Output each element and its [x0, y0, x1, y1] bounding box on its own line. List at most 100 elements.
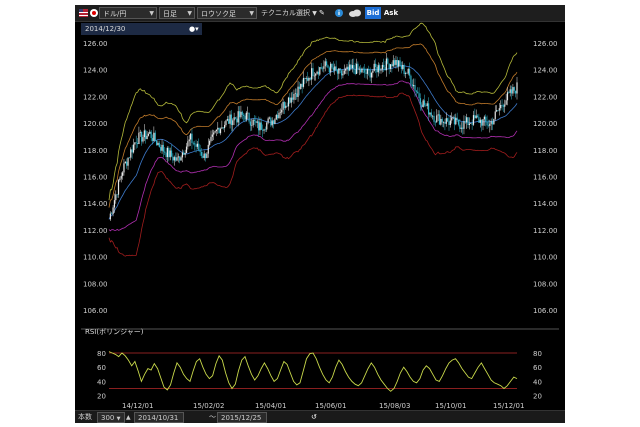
chart-kind-dropdown[interactable]: ロウソク足 ▼ [197, 7, 257, 19]
candle-body [184, 153, 186, 155]
price-tick-right: 110.00 [533, 254, 558, 262]
bid-button[interactable]: Bid [365, 7, 381, 19]
chevron-down-icon: ▼ [312, 10, 317, 17]
candle-body [432, 115, 434, 117]
candle-body [142, 137, 144, 142]
chart-area[interactable]: 126.00 126.00 124.00 124.00 122.00 122.00 120.… [75, 22, 565, 410]
candle-body [414, 85, 416, 91]
candle-body [120, 175, 122, 179]
candle-body [384, 67, 386, 71]
candle-body [510, 89, 513, 94]
candle-body [339, 68, 341, 71]
range-separator: ～ [209, 413, 216, 421]
candle-body [357, 63, 359, 70]
candle-body [402, 64, 404, 69]
candle-body [374, 63, 377, 67]
period-dropdown[interactable]: 日足 ▼ [159, 7, 195, 19]
pair-label: ドル/円 [103, 10, 127, 18]
candle-body [296, 93, 298, 97]
pencil-icon[interactable]: ✎ [319, 7, 329, 19]
candle-body [451, 117, 453, 121]
cloud-icon[interactable] [348, 7, 362, 19]
price-tick-right: 108.00 [533, 280, 558, 288]
candle-body [351, 65, 354, 69]
candle-body [232, 120, 234, 126]
candle-body [481, 119, 483, 126]
candle-body [497, 110, 499, 111]
pair-dropdown[interactable]: ドル/円 ▼ [99, 7, 157, 19]
candle-body [138, 132, 140, 144]
candle-body [233, 117, 235, 121]
count-select[interactable]: 300 ▼ [97, 412, 125, 423]
start-date-input[interactable]: 2014/10/31 [134, 412, 184, 423]
candle-body [428, 103, 430, 115]
candle-body [326, 61, 328, 66]
candle-body [290, 97, 292, 103]
candle-body [417, 91, 419, 94]
candle-body [317, 71, 320, 75]
candle-body [449, 120, 451, 126]
chevron-up-icon[interactable]: ▲ [126, 412, 131, 423]
candle-body [131, 149, 133, 153]
candle-body [173, 157, 175, 161]
count-label: 本数 [78, 413, 92, 421]
candle-body [468, 123, 470, 125]
candle-body [132, 144, 135, 153]
candle-body [453, 117, 456, 125]
candle-body [467, 117, 469, 125]
candle-body [399, 60, 401, 66]
candle-body [452, 117, 454, 118]
chart-window: ドル/円 ▼ 日足 ▼ ロウソク足 ▼ テクニカル選択 ▼ ✎ Bid Ask … [75, 5, 565, 423]
candle-body [342, 73, 344, 76]
candle-body [151, 138, 154, 141]
candle-body [279, 112, 281, 114]
candle-body [361, 68, 363, 73]
candle-body [332, 67, 334, 71]
candle-body [512, 87, 514, 94]
candle-body [323, 66, 325, 69]
reset-icon[interactable]: ↺ [311, 412, 317, 423]
candle-body [304, 78, 306, 79]
candle-body [134, 142, 136, 145]
candle-body [362, 68, 364, 70]
candle-body [300, 83, 302, 89]
price-tick-left: 120.00 [83, 120, 108, 128]
candle-body [217, 127, 219, 130]
candle-body [398, 60, 400, 67]
candle-body [505, 100, 507, 105]
candle-body [215, 129, 218, 132]
candle-body [238, 111, 241, 118]
candle-body [466, 117, 468, 123]
candle-body [256, 121, 258, 123]
info-circle-icon[interactable] [334, 7, 344, 19]
candle-body [149, 131, 151, 134]
technical-select-button[interactable]: テクニカル選択 ▼ [261, 7, 317, 19]
candle-body [389, 64, 392, 69]
ask-button[interactable]: Ask [383, 7, 399, 19]
candle-body [210, 136, 212, 141]
candle-body [426, 103, 428, 106]
candle-body [113, 200, 116, 208]
candle-body [298, 86, 300, 89]
candle-body [309, 77, 311, 80]
candle-body [355, 63, 358, 74]
candle-body [476, 115, 479, 118]
candle-body [487, 125, 490, 126]
candle-body [316, 71, 318, 74]
candle-body [271, 120, 273, 126]
end-date-input[interactable]: 2015/12/25 [217, 412, 267, 423]
candle-body [170, 150, 173, 157]
price-tick-left: 126.00 [83, 40, 108, 48]
candle-body [293, 93, 295, 100]
candle-body [448, 121, 450, 126]
candle-body [248, 112, 250, 122]
candle-body [285, 105, 287, 108]
candle-body [365, 72, 367, 74]
candle-body [373, 63, 375, 71]
candle-body [423, 100, 426, 106]
candle-body [275, 114, 277, 120]
candle-body [508, 92, 510, 93]
candle-body [116, 194, 118, 196]
candle-body [302, 78, 305, 87]
price-tick-left: 116.00 [83, 174, 108, 182]
